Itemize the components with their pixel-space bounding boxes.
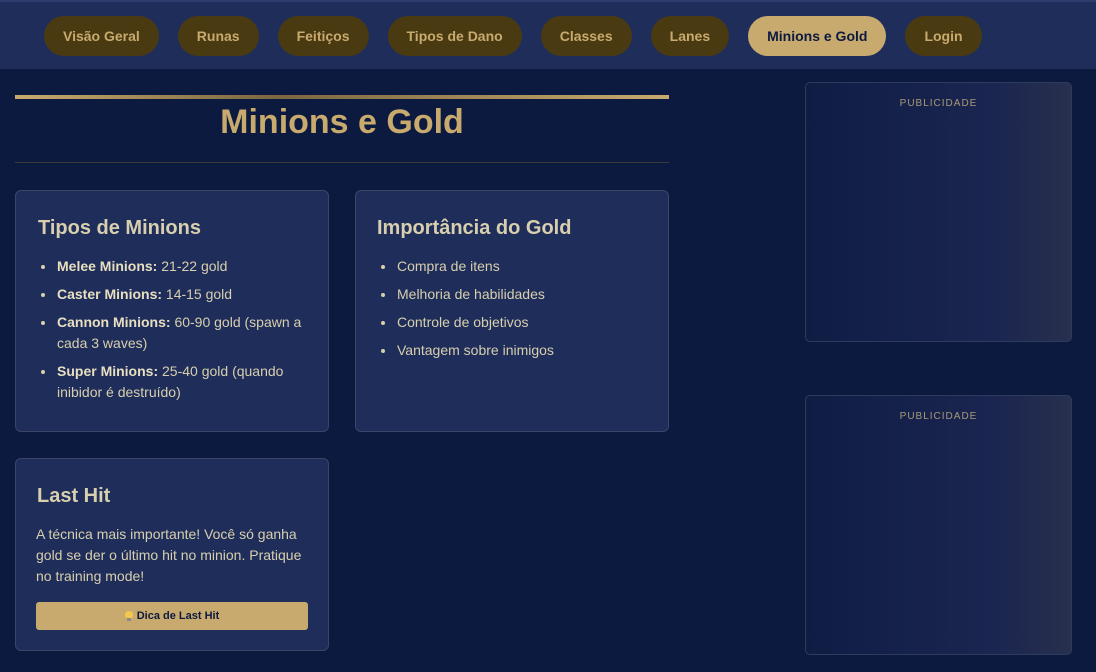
list-item: Super Minions: 25-40 gold (quando inibid… (37, 361, 317, 403)
nav-button-tipos-de-dano[interactable]: Tipos de Dano (387, 16, 522, 56)
top-navigation-bar: Visão Geral Runas Feitiços Tipos de Dano… (0, 0, 1096, 69)
gold-importance-list: Compra de itens Melhoria de habilidades … (377, 256, 657, 368)
nav-button-runas[interactable]: Runas (177, 16, 259, 56)
main-nav: Visão Geral Runas Feitiços Tipos de Dano… (44, 16, 1001, 56)
title-divider (15, 162, 669, 163)
last-hit-text: A técnica mais importante! Você só ganha… (36, 526, 302, 584)
list-item: Vantagem sobre inimigos (377, 340, 657, 361)
minion-types-card: Tipos de Minions Melee Minions: 21-22 go… (15, 190, 329, 432)
title-top-border (15, 95, 669, 99)
page-title: Minions e Gold (220, 103, 464, 141)
minion-gold: 14-15 gold (165, 286, 233, 302)
ad-slot-top[interactable]: PUBLICIDADE (805, 82, 1072, 342)
minion-gold: 21-22 gold (161, 258, 228, 274)
minion-types-list: Melee Minions: 21-22 gold Caster Minions… (37, 256, 317, 410)
minion-name: Super Minions: (57, 363, 159, 379)
minion-name: Melee Minions: (57, 258, 158, 274)
list-item: Melhoria de habilidades (377, 284, 657, 305)
ad-label: PUBLICIDADE (899, 98, 978, 109)
list-item: Caster Minions: 14-15 gold (37, 284, 317, 305)
minion-name: Cannon Minions: (57, 314, 171, 330)
ad-label: PUBLICIDADE (899, 411, 978, 422)
last-hit-tip-button[interactable]: Dica de Last Hit (36, 602, 308, 630)
nav-button-minions-e-gold[interactable]: Minions e Gold (748, 16, 887, 56)
nav-button-visao-geral[interactable]: Visão Geral (44, 16, 159, 56)
lightbulb-icon (124, 611, 133, 621)
list-item: Controle de objetivos (377, 312, 657, 333)
last-hit-card: Last Hit A técnica mais importante! Você… (15, 458, 329, 651)
minion-types-title: Tipos de Minions (38, 217, 201, 239)
list-item: Melee Minions: 21-22 gold (37, 256, 317, 277)
nav-button-classes[interactable]: Classes (540, 16, 632, 56)
nav-button-lanes[interactable]: Lanes (650, 16, 730, 56)
gold-importance-card: Importância do Gold Compra de itens Melh… (355, 190, 669, 432)
list-item: Compra de itens (377, 256, 657, 277)
minion-name: Caster Minions: (57, 286, 163, 302)
last-hit-title: Last Hit (37, 485, 111, 507)
nav-button-feiticos[interactable]: Feitiços (277, 16, 369, 56)
nav-button-login[interactable]: Login (905, 16, 982, 56)
gold-importance-title: Importância do Gold (377, 217, 572, 239)
last-hit-tip-label: Dica de Last Hit (136, 610, 220, 622)
ad-slot-bottom[interactable]: PUBLICIDADE (805, 395, 1072, 655)
list-item: Cannon Minions: 60-90 gold (spawn a cada… (37, 312, 317, 354)
